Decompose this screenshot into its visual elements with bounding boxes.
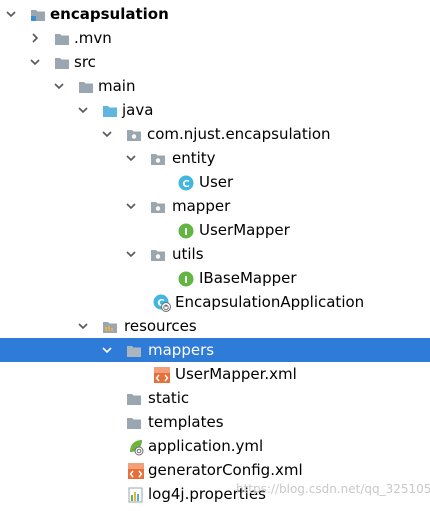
watermark: https://blog.csdn.net/qq_32510597 (236, 482, 430, 496)
chevron-down-icon[interactable] (76, 98, 90, 122)
tree-row-mvn[interactable]: .mvn (0, 26, 430, 50)
tree-row-package[interactable]: com.njust.encapsulation (0, 122, 430, 146)
tree-row-app-class[interactable]: C EncapsulationApplication (0, 290, 430, 314)
tree-row-application-yml[interactable]: application.yml (0, 434, 430, 458)
tree-row-mappers[interactable]: mappers (0, 338, 430, 362)
spring-boot-class-icon: C (153, 294, 171, 312)
folder-icon (54, 54, 70, 70)
tree-label: mappers (148, 341, 215, 359)
tree-row-ibase-mapper[interactable]: I IBaseMapper (0, 266, 430, 290)
svg-text:I: I (184, 275, 188, 286)
xml-file-icon (153, 366, 170, 383)
folder-icon (126, 414, 142, 430)
tree-row-templates[interactable]: templates (0, 410, 430, 434)
tree-row-main[interactable]: main (0, 74, 430, 98)
tree-row-entity[interactable]: entity (0, 146, 430, 170)
folder-icon (126, 342, 142, 358)
chevron-down-icon[interactable] (28, 50, 42, 74)
tree-label: UserMapper.xml (175, 365, 297, 383)
tree-label: generatorConfig.xml (148, 461, 303, 479)
module-folder-icon (30, 6, 46, 22)
tree-label: templates (148, 413, 224, 431)
tree-label: IBaseMapper (199, 269, 297, 287)
tree-label: com.njust.encapsulation (147, 125, 331, 143)
package-icon (150, 198, 166, 214)
resources-folder-icon (102, 318, 118, 334)
folder-icon (126, 390, 142, 406)
folder-icon (78, 78, 94, 94)
package-icon (150, 246, 166, 262)
tree-row-user-mapper-xml[interactable]: UserMapper.xml (0, 362, 430, 386)
tree-label: resources (124, 317, 197, 335)
project-tree: encapsulation .mvn src main java com.nju… (0, 0, 430, 508)
tree-label: src (74, 53, 96, 71)
tree-row-generator-config[interactable]: generatorConfig.xml (0, 458, 430, 482)
tree-row-java[interactable]: java (0, 98, 430, 122)
properties-file-icon (127, 486, 143, 503)
tree-row-src[interactable]: src (0, 50, 430, 74)
interface-icon: I (178, 222, 194, 239)
tree-label: entity (172, 149, 216, 167)
tree-label: encapsulation (50, 5, 169, 23)
tree-label: UserMapper (199, 221, 290, 239)
class-icon: C (178, 174, 194, 191)
tree-label: main (98, 77, 136, 95)
tree-row-user-mapper[interactable]: I UserMapper (0, 218, 430, 242)
source-folder-icon (102, 102, 118, 118)
interface-icon: I (178, 270, 194, 287)
tree-label: .mvn (74, 29, 112, 47)
tree-label: mapper (172, 197, 231, 215)
xml-file-icon (127, 462, 144, 479)
tree-label: application.yml (148, 437, 264, 455)
tree-label: EncapsulationApplication (175, 293, 365, 311)
chevron-down-icon[interactable] (100, 122, 114, 146)
tree-row-static[interactable]: static (0, 386, 430, 410)
tree-row-mapper[interactable]: mapper (0, 194, 430, 218)
tree-row-encapsulation[interactable]: encapsulation (0, 2, 430, 26)
svg-text:I: I (184, 227, 188, 238)
package-icon (126, 126, 142, 142)
tree-label: static (148, 389, 190, 407)
tree-label: User (199, 173, 234, 191)
tree-label: utils (172, 245, 204, 263)
chevron-down-icon[interactable] (100, 338, 114, 362)
folder-icon (54, 30, 70, 46)
chevron-down-icon[interactable] (76, 314, 90, 338)
chevron-down-icon[interactable] (124, 194, 138, 218)
package-icon (150, 150, 166, 166)
tree-row-user[interactable]: C User (0, 170, 430, 194)
chevron-down-icon[interactable] (4, 2, 18, 26)
chevron-down-icon[interactable] (124, 146, 138, 170)
spring-boot-icon (127, 438, 144, 456)
svg-text:C: C (182, 179, 189, 190)
tree-label: java (122, 101, 154, 119)
tree-row-utils[interactable]: utils (0, 242, 430, 266)
tree-row-resources[interactable]: resources (0, 314, 430, 338)
chevron-right-icon[interactable] (28, 26, 42, 50)
chevron-down-icon[interactable] (124, 242, 138, 266)
chevron-down-icon[interactable] (52, 74, 66, 98)
